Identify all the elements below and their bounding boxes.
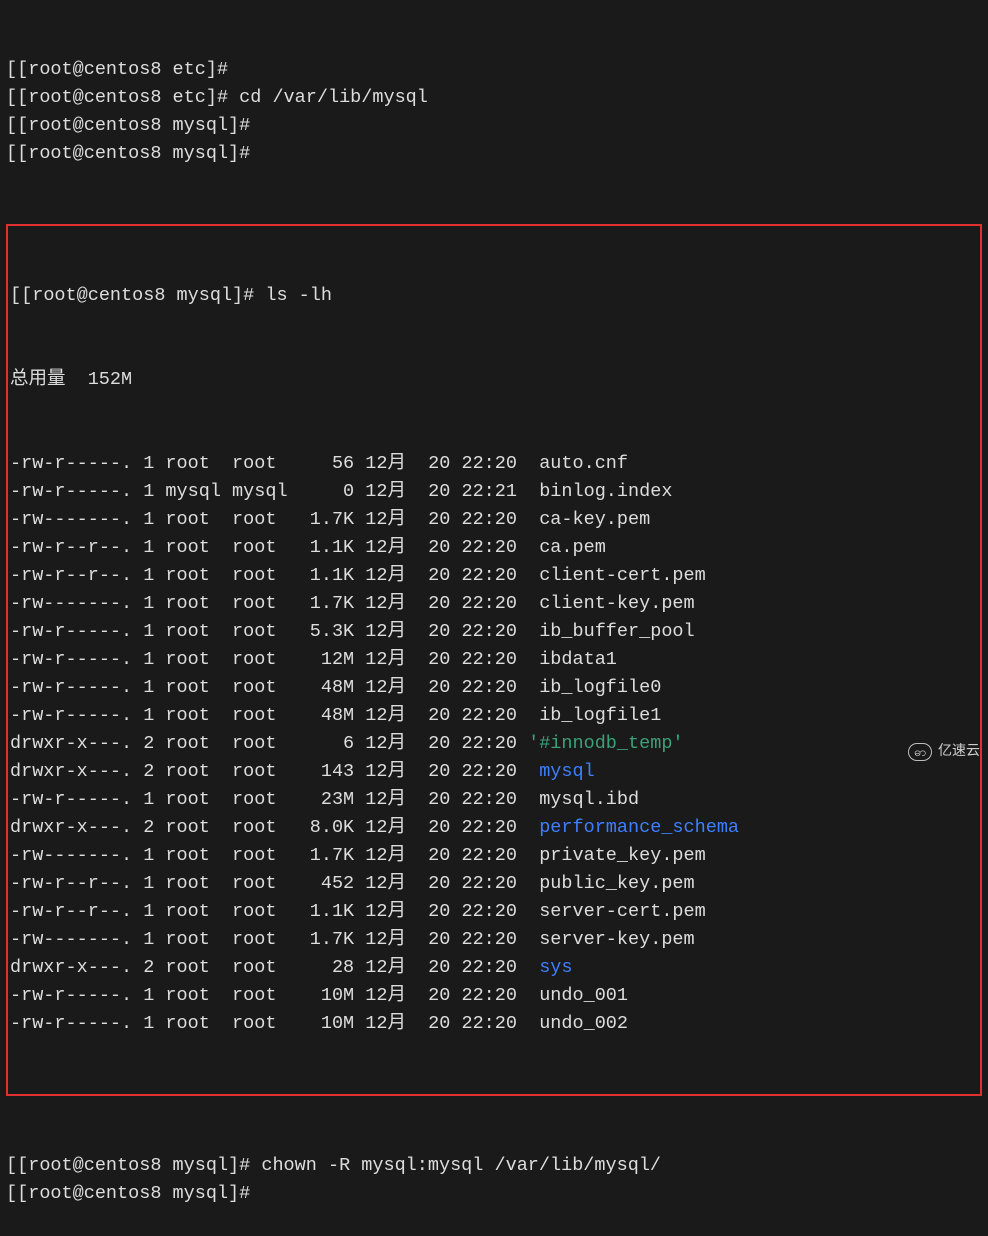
file-name: client-cert.pem	[528, 565, 706, 586]
file-meta: -rw-r-----. 1 root root 23M 12月 20 22:20	[10, 789, 528, 810]
file-meta: -rw-r--r--. 1 root root 1.1K 12月 20 22:2…	[10, 565, 528, 586]
prompt-open-bracket: [	[6, 143, 17, 164]
file-name: auto.cnf	[528, 453, 628, 474]
file-name: sys	[528, 957, 572, 978]
file-row: -rw-r-----. 1 mysql mysql 0 12月 20 22:21…	[10, 478, 976, 506]
file-row: -rw-------. 1 root root 1.7K 12月 20 22:2…	[10, 590, 976, 618]
file-row: -rw-------. 1 root root 1.7K 12月 20 22:2…	[10, 926, 976, 954]
file-meta: -rw-r-----. 1 root root 48M 12月 20 22:20	[10, 677, 528, 698]
prompt: [root@centos8 etc]#	[17, 87, 228, 108]
file-meta: -rw-r--r--. 1 root root 1.1K 12月 20 22:2…	[10, 901, 528, 922]
file-row: -rw-r-----. 1 root root 12M 12月 20 22:20…	[10, 646, 976, 674]
file-name: server-key.pem	[528, 929, 695, 950]
file-row: -rw-r-----. 1 root root 48M 12月 20 22:20…	[10, 702, 976, 730]
watermark-text: 亿速云	[938, 738, 980, 766]
file-name: ib_logfile1	[528, 705, 661, 726]
file-meta: -rw-r-----. 1 root root 12M 12月 20 22:20	[10, 649, 528, 670]
file-meta: -rw-r-----. 1 root root 10M 12月 20 22:20	[10, 985, 528, 1006]
prompt-open-bracket: [	[6, 1155, 17, 1176]
file-row: -rw-r--r--. 1 root root 1.1K 12月 20 22:2…	[10, 898, 976, 926]
prompt-open-bracket: [	[6, 87, 17, 108]
file-meta: -rw-r-----. 1 root root 48M 12月 20 22:20	[10, 705, 528, 726]
prompt: [root@centos8 mysql]#	[17, 143, 250, 164]
terminal[interactable]: [[root@centos8 etc]#[[root@centos8 etc]#…	[0, 0, 988, 1236]
file-row: -rw-r-----. 1 root root 5.3K 12月 20 22:2…	[10, 618, 976, 646]
file-meta: drwxr-x---. 2 root root 143 12月 20 22:20	[10, 761, 528, 782]
file-listing: -rw-r-----. 1 root root 56 12月 20 22:20 …	[10, 450, 976, 1038]
file-meta: -rw-------. 1 root root 1.7K 12月 20 22:2…	[10, 509, 528, 530]
prompt-line: [[root@centos8 mysql]# chown -R mysql:my…	[6, 1152, 982, 1180]
file-meta: -rw-r--r--. 1 root root 1.1K 12月 20 22:2…	[10, 537, 528, 558]
highlighted-output-box: [[root@centos8 mysql]# ls -lh 总用量 152M -…	[6, 224, 982, 1096]
file-row: drwxr-x---. 2 root root 28 12月 20 22:20 …	[10, 954, 976, 982]
command-text: ls -lh	[254, 285, 332, 306]
ls-command-line: [[root@centos8 mysql]# ls -lh	[10, 282, 976, 310]
file-name: mysql.ibd	[528, 789, 639, 810]
file-row: -rw-r--r--. 1 root root 452 12月 20 22:20…	[10, 870, 976, 898]
prompt: [root@centos8 mysql]#	[17, 1155, 250, 1176]
prompt-open-bracket: [	[6, 59, 17, 80]
file-row: -rw-------. 1 root root 1.7K 12月 20 22:2…	[10, 506, 976, 534]
file-name: performance_schema	[528, 817, 739, 838]
prompt: [root@centos8 mysql]#	[17, 1183, 250, 1204]
prompt-line: [[root@centos8 mysql]#	[6, 1180, 982, 1208]
file-row: -rw-r--r--. 1 root root 1.1K 12月 20 22:2…	[10, 562, 976, 590]
file-name: mysql	[528, 761, 595, 782]
file-meta: drwxr-x---. 2 root root 8.0K 12月 20 22:2…	[10, 817, 528, 838]
file-meta: -rw-r-----. 1 root root 5.3K 12月 20 22:2…	[10, 621, 528, 642]
prompt-line: [[root@centos8 mysql]#	[6, 112, 982, 140]
prompt: [root@centos8 etc]#	[17, 59, 228, 80]
file-meta: -rw-r-----. 1 root root 10M 12月 20 22:20	[10, 1013, 528, 1034]
file-meta: -rw-r--r--. 1 root root 452 12月 20 22:20	[10, 873, 528, 894]
watermark: ဓာ 亿速云	[908, 738, 980, 766]
command-text: chown -R mysql:mysql /var/lib/mysql/	[250, 1155, 661, 1176]
file-row: -rw-r-----. 1 root root 23M 12月 20 22:20…	[10, 786, 976, 814]
file-row: drwxr-x---. 2 root root 143 12月 20 22:20…	[10, 758, 976, 786]
command-text: cd /var/lib/mysql	[228, 87, 428, 108]
file-row: -rw-r-----. 1 root root 48M 12月 20 22:20…	[10, 674, 976, 702]
file-name: server-cert.pem	[528, 901, 706, 922]
prompt-line: [[root@centos8 etc]#	[6, 56, 982, 84]
file-name: undo_001	[528, 985, 628, 1006]
file-name: ib_logfile0	[528, 677, 661, 698]
file-row: drwxr-x---. 2 root root 6 12月 20 22:20 '…	[10, 730, 976, 758]
file-name: ca.pem	[528, 537, 606, 558]
file-meta: -rw-r-----. 1 mysql mysql 0 12月 20 22:21	[10, 481, 528, 502]
file-name: ibdata1	[528, 649, 617, 670]
file-row: -rw-r--r--. 1 root root 1.1K 12月 20 22:2…	[10, 534, 976, 562]
file-name: private_key.pem	[528, 845, 706, 866]
watermark-icon: ဓာ	[908, 743, 932, 761]
prompt-line: [[root@centos8 etc]# cd /var/lib/mysql	[6, 84, 982, 112]
prompt-open-bracket: [	[10, 285, 21, 306]
pre-commands: [[root@centos8 etc]#[[root@centos8 etc]#…	[6, 56, 982, 168]
file-meta: -rw-------. 1 root root 1.7K 12月 20 22:2…	[10, 845, 528, 866]
prompt: [root@centos8 mysql]#	[17, 115, 250, 136]
prompt-open-bracket: [	[6, 115, 17, 136]
file-row: -rw-r-----. 1 root root 10M 12月 20 22:20…	[10, 982, 976, 1010]
total-line: 总用量 152M	[10, 366, 976, 394]
file-meta: drwxr-x---. 2 root root 28 12月 20 22:20	[10, 957, 528, 978]
file-row: -rw-r-----. 1 root root 56 12月 20 22:20 …	[10, 450, 976, 478]
file-name: '#innodb_temp'	[528, 733, 683, 754]
prompt: [root@centos8 mysql]#	[21, 285, 254, 306]
file-meta: -rw-------. 1 root root 1.7K 12月 20 22:2…	[10, 929, 528, 950]
file-row: drwxr-x---. 2 root root 8.0K 12月 20 22:2…	[10, 814, 976, 842]
file-name: ib_buffer_pool	[528, 621, 695, 642]
file-name: binlog.index	[528, 481, 672, 502]
post-commands: [[root@centos8 mysql]# chown -R mysql:my…	[6, 1152, 982, 1208]
file-meta: -rw-r-----. 1 root root 56 12月 20 22:20	[10, 453, 528, 474]
file-name: client-key.pem	[528, 593, 695, 614]
file-name: ca-key.pem	[528, 509, 650, 530]
file-name: public_key.pem	[528, 873, 695, 894]
file-meta: -rw-------. 1 root root 1.7K 12月 20 22:2…	[10, 593, 528, 614]
file-meta: drwxr-x---. 2 root root 6 12月 20 22:20	[10, 733, 528, 754]
file-row: -rw-r-----. 1 root root 10M 12月 20 22:20…	[10, 1010, 976, 1038]
file-row: -rw-------. 1 root root 1.7K 12月 20 22:2…	[10, 842, 976, 870]
prompt-line: [[root@centos8 mysql]#	[6, 140, 982, 168]
prompt-open-bracket: [	[6, 1183, 17, 1204]
file-name: undo_002	[528, 1013, 628, 1034]
